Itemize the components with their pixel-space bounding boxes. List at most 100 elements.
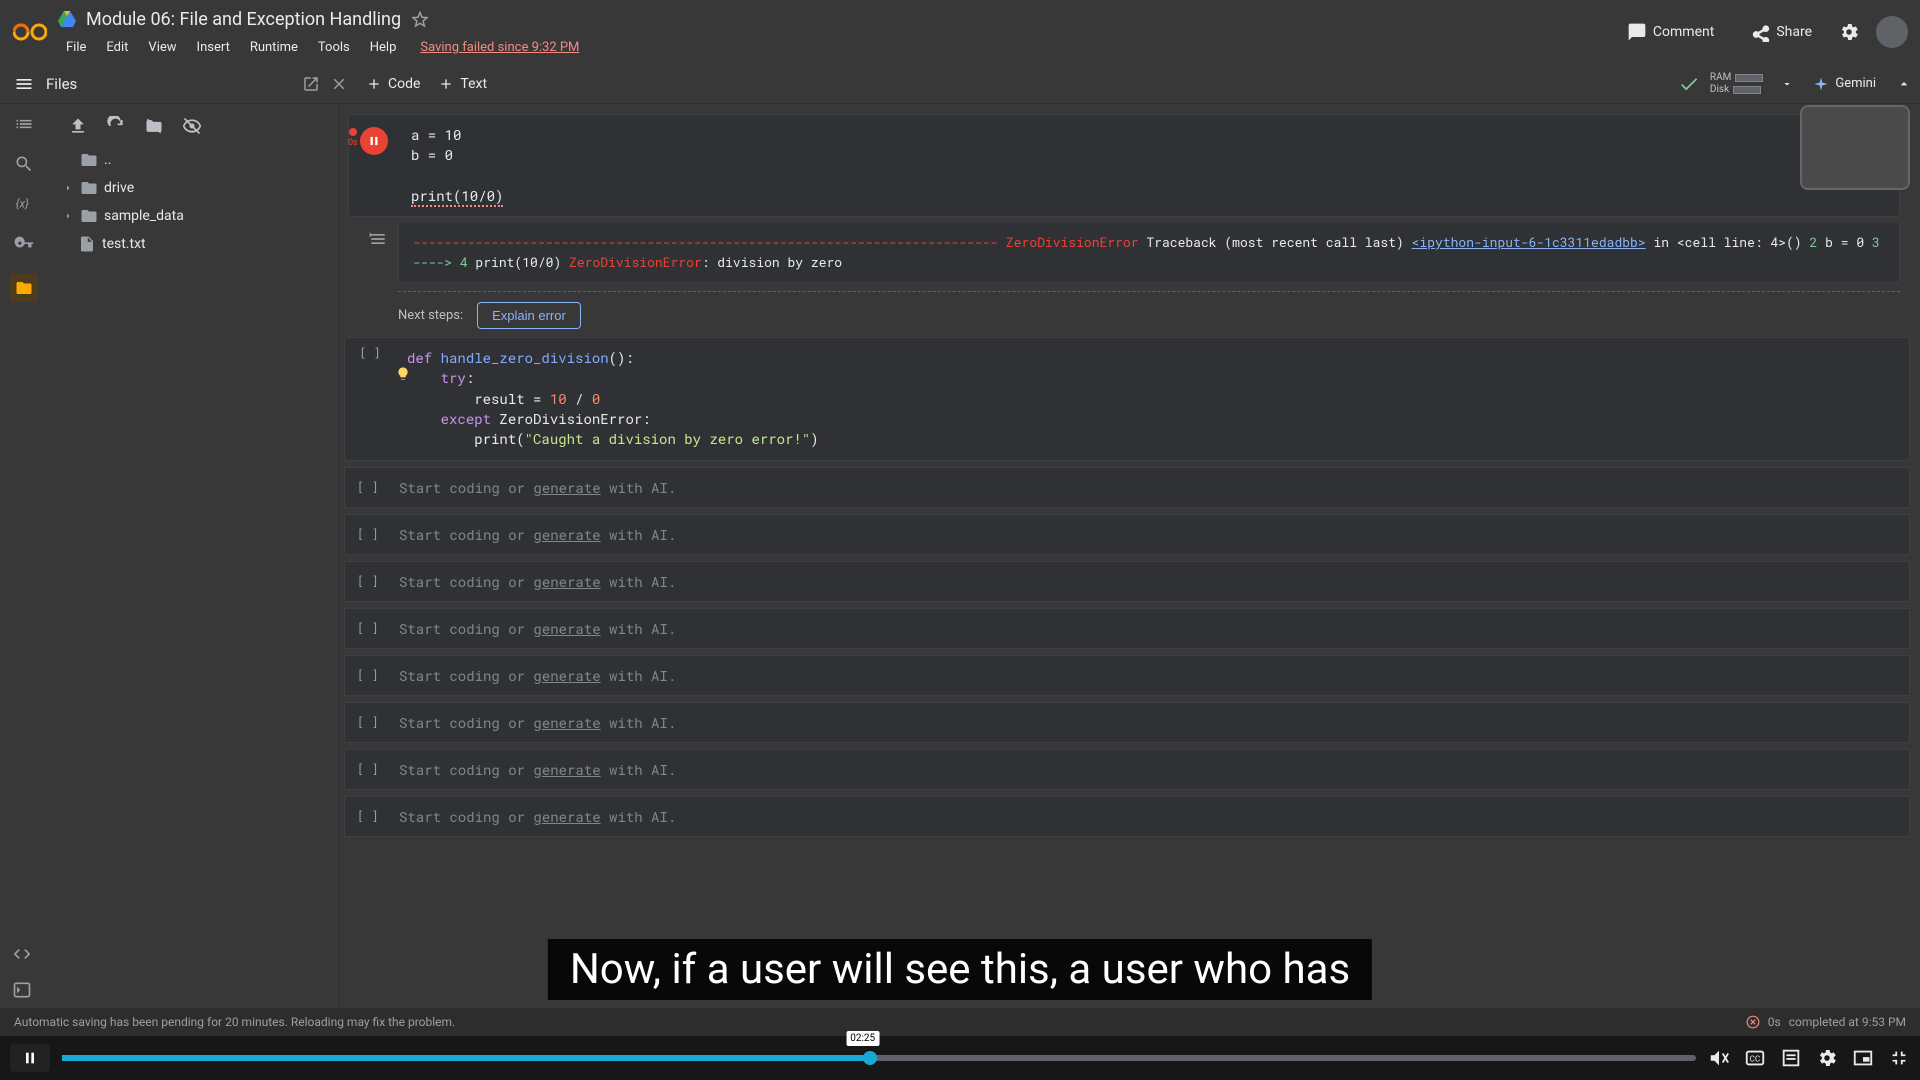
file-tree: .. drive sample_data test.txt	[48, 146, 339, 258]
cell-output-1: ----------------------------------------…	[398, 223, 1900, 283]
empty-cell[interactable]: [ ] Start coding or generate with AI.	[344, 467, 1910, 508]
menu-icon[interactable]	[14, 74, 34, 94]
empty-cell[interactable]: [ ] Start coding or generate with AI.	[344, 561, 1910, 602]
empty-cell[interactable]: [ ] Start coding or generate with AI.	[344, 749, 1910, 790]
disk-label: Disk	[1710, 84, 1729, 95]
volume-icon[interactable]	[1708, 1047, 1730, 1069]
file-test-txt[interactable]: test.txt	[54, 230, 333, 258]
code-line-2: b = 0	[411, 145, 453, 164]
collapse-icon[interactable]	[1896, 76, 1912, 92]
gear-icon[interactable]	[1838, 21, 1860, 43]
new-window-icon[interactable]	[302, 75, 320, 93]
colab-logo	[12, 14, 48, 50]
code-line-1: a = 10	[411, 125, 461, 144]
files-title: Files	[46, 75, 77, 93]
share-label: Share	[1776, 24, 1812, 40]
upload-icon[interactable]	[68, 116, 88, 136]
empty-cell[interactable]: [ ] Start coding or generate with AI.	[344, 796, 1910, 837]
svg-text:{x}: {x}	[16, 196, 29, 210]
traceback-link[interactable]: <ipython-input-6-1c3311edadbb>	[1412, 233, 1646, 251]
code-cell-1[interactable]: a = 10 b = 0 print(10/0)	[348, 114, 1900, 217]
account-avatar[interactable]	[1876, 16, 1908, 48]
lightbulb-icon[interactable]	[395, 366, 411, 382]
code-snippet-icon[interactable]	[12, 944, 32, 964]
close-panel-icon[interactable]	[330, 75, 348, 93]
error-indicator: 0s	[348, 128, 358, 148]
add-code-label: Code	[388, 76, 420, 92]
output-toggle-icon[interactable]	[368, 229, 388, 249]
secrets-icon[interactable]	[14, 234, 34, 254]
toolbar: Files Code Text RAM Disk	[0, 64, 1920, 104]
code-cell-2[interactable]: [ ] def handle_zero_division(): try: res…	[344, 337, 1910, 460]
parent-label: ..	[104, 152, 111, 168]
progress-bar[interactable]: 02:25	[62, 1055, 1696, 1061]
fullscreen-icon[interactable]	[1888, 1047, 1910, 1069]
app-header: Module 06: File and Exception Handling F…	[0, 0, 1920, 64]
menu-edit[interactable]: Edit	[98, 36, 136, 59]
transcript-icon[interactable]	[1780, 1047, 1802, 1069]
code-line-3: print(10/0)	[411, 186, 503, 207]
refresh-icon[interactable]	[106, 116, 126, 136]
sample-data-label: sample_data	[104, 208, 184, 224]
folder-sample-data[interactable]: sample_data	[54, 202, 333, 230]
completed-label: completed at 9:53 PM	[1789, 1015, 1906, 1029]
save-status[interactable]: Saving failed since 9:32 PM	[412, 36, 587, 59]
empty-cell[interactable]: [ ] Start coding or generate with AI.	[344, 514, 1910, 555]
connect-dropdown[interactable]	[1781, 78, 1793, 90]
runtime-label: 0s	[1768, 1015, 1781, 1029]
search-icon[interactable]	[14, 154, 34, 174]
generate-link[interactable]: generate	[533, 807, 600, 826]
menu-help[interactable]: Help	[362, 36, 405, 59]
test-file-label: test.txt	[102, 236, 146, 252]
add-code-button[interactable]: Code	[366, 76, 420, 92]
menu-file[interactable]: File	[58, 36, 94, 59]
star-icon[interactable]	[411, 11, 429, 29]
document-title[interactable]: Module 06: File and Exception Handling	[86, 9, 401, 30]
empty-cell[interactable]: [ ] Start coding or generate with AI.	[344, 702, 1910, 743]
gemini-button[interactable]: Gemini	[1803, 72, 1886, 96]
time-tooltip: 02:25	[846, 1031, 879, 1046]
pause-button[interactable]	[10, 1044, 50, 1072]
generate-link[interactable]: generate	[533, 713, 600, 732]
files-icon[interactable]	[10, 274, 38, 302]
files-panel: .. drive sample_data test.txt	[48, 104, 340, 1050]
explain-error-button[interactable]: Explain error	[477, 302, 581, 329]
footer-status: Automatic saving has been pending for 20…	[0, 1008, 1920, 1036]
toc-icon[interactable]	[14, 114, 34, 134]
pip-icon[interactable]	[1852, 1047, 1874, 1069]
variables-icon[interactable]: {x}	[14, 194, 34, 214]
share-button[interactable]: Share	[1740, 16, 1822, 48]
mount-drive-icon[interactable]	[144, 116, 164, 136]
menu-view[interactable]: View	[140, 36, 184, 59]
empty-cell[interactable]: [ ] Start coding or generate with AI.	[344, 655, 1910, 696]
next-steps-label: Next steps:	[398, 308, 463, 323]
menu-insert[interactable]: Insert	[189, 36, 238, 59]
add-text-button[interactable]: Text	[438, 76, 487, 92]
comment-label: Comment	[1653, 24, 1714, 40]
drive-icon	[58, 11, 76, 29]
resource-indicator[interactable]: RAM Disk	[1710, 72, 1763, 95]
generate-link[interactable]: generate	[533, 478, 600, 497]
generate-link[interactable]: generate	[533, 525, 600, 544]
menu-tools[interactable]: Tools	[310, 36, 358, 59]
menubar: File Edit View Insert Runtime Tools Help…	[58, 36, 587, 59]
add-text-label: Text	[460, 76, 487, 92]
video-player-bar: 02:25 CC	[0, 1036, 1920, 1080]
run-button[interactable]	[360, 127, 388, 155]
drive-label: drive	[104, 180, 134, 196]
parent-folder[interactable]: ..	[54, 146, 333, 174]
empty-cell[interactable]: [ ] Start coding or generate with AI.	[344, 608, 1910, 649]
terminal-icon[interactable]	[12, 980, 32, 1000]
generate-link[interactable]: generate	[533, 760, 600, 779]
comment-button[interactable]: Comment	[1617, 16, 1724, 48]
generate-link[interactable]: generate	[533, 619, 600, 638]
hide-icon[interactable]	[182, 116, 202, 136]
settings-icon[interactable]	[1816, 1047, 1838, 1069]
next-steps-bar: Next steps: Explain error	[398, 291, 1900, 329]
menu-runtime[interactable]: Runtime	[242, 36, 306, 59]
generate-link[interactable]: generate	[533, 572, 600, 591]
folder-drive[interactable]: drive	[54, 174, 333, 202]
error-dot-icon	[1746, 1015, 1760, 1029]
captions-icon[interactable]: CC	[1744, 1047, 1766, 1069]
generate-link[interactable]: generate	[533, 666, 600, 685]
